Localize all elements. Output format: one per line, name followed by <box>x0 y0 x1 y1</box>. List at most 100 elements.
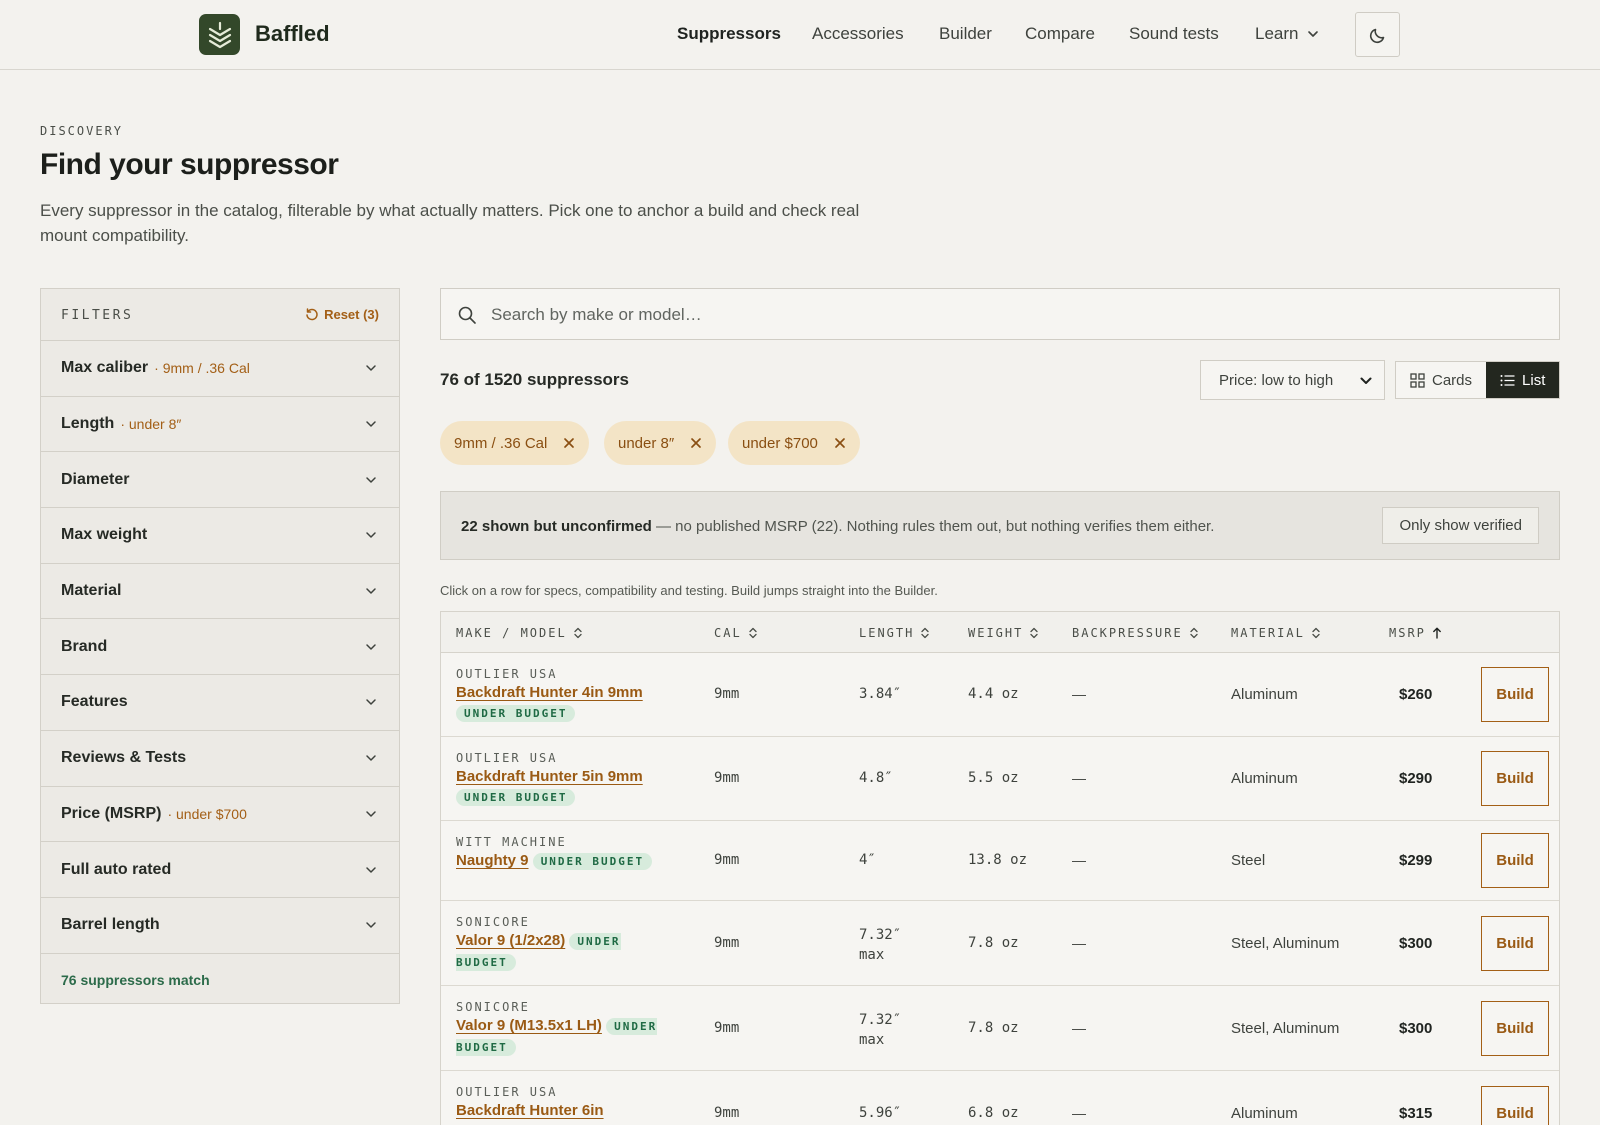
model-link[interactable]: Naughty 9 <box>456 852 529 869</box>
sort-icon <box>749 627 757 639</box>
row-length: 4″ <box>859 852 876 868</box>
active-filter-chip[interactable]: under $700 <box>728 421 860 465</box>
column-header-cal[interactable]: CAL <box>714 626 758 640</box>
filter-price-msrp[interactable]: Price (MSRP) · under $700 <box>41 787 399 843</box>
active-filter-chip[interactable]: under 8″ <box>604 421 717 465</box>
filter-reviews-tests[interactable]: Reviews & Tests <box>41 731 399 787</box>
row-caliber: 9mm <box>714 1105 740 1121</box>
column-header-msrp[interactable]: MSRP <box>1389 626 1442 640</box>
row-maker: OUTLIER USA <box>456 1085 558 1099</box>
filter-diameter[interactable]: Diameter <box>41 452 399 509</box>
build-button[interactable]: Build <box>1481 916 1549 971</box>
table-row[interactable]: OUTLIER USA Backdraft Hunter 6in 9mm 5.96″… <box>441 1071 1559 1125</box>
sort-icon <box>921 627 930 639</box>
table-row[interactable]: SONICORE Valor 9 (M13.5x1 LH) UNDER BUDGE… <box>441 986 1559 1071</box>
nav-sound-tests[interactable]: Sound tests <box>1129 24 1219 44</box>
under-budget-badge: UNDER BUDGET <box>532 853 653 870</box>
filter-features[interactable]: Features <box>41 675 399 731</box>
sort-icon <box>1190 627 1198 639</box>
row-material: Aluminum <box>1231 770 1298 787</box>
row-backpressure: — <box>1072 770 1086 786</box>
notice-text: 22 shown but unconfirmed — no published … <box>461 518 1214 535</box>
table-header: MAKE / MODEL CAL LENGTH WEIGHT BACKPRESS… <box>441 612 1559 653</box>
nav-compare[interactable]: Compare <box>1025 24 1095 44</box>
model-link[interactable]: Backdraft Hunter 4in 9mm <box>456 684 643 701</box>
row-maker: OUTLIER USA <box>456 751 558 765</box>
filter-barrel-length[interactable]: Barrel length <box>41 898 399 954</box>
row-msrp: $299 <box>1399 852 1433 869</box>
theme-toggle-button[interactable] <box>1355 12 1400 57</box>
table-row[interactable]: WITT MACHINE Naughty 9 UNDER BUDGET 9mm 4″ 1… <box>441 821 1559 901</box>
column-header-label: LENGTH <box>859 626 915 640</box>
search-icon <box>458 306 476 324</box>
row-material: Steel, Aluminum <box>1231 935 1340 952</box>
row-weight: 7.8 oz <box>968 935 1019 951</box>
filter-brand[interactable]: Brand <box>41 619 399 676</box>
sort-select[interactable]: Price: low to high <box>1200 360 1385 400</box>
row-backpressure: — <box>1072 852 1086 868</box>
row-maker: WITT MACHINE <box>456 835 567 849</box>
build-button[interactable]: Build <box>1481 751 1549 806</box>
table-row[interactable]: OUTLIER USA Backdraft Hunter 5in 9mm UNDE… <box>441 737 1559 821</box>
brand-logo[interactable] <box>199 14 240 55</box>
filter-material[interactable]: Material <box>41 564 399 620</box>
search-input[interactable] <box>491 302 1531 328</box>
filters-title: FILTERS <box>61 308 134 323</box>
row-weight: 4.4 oz <box>968 686 1019 702</box>
close-icon[interactable] <box>834 437 846 449</box>
filter-active-value: · under $700 <box>167 805 247 822</box>
column-header-length[interactable]: LENGTH <box>859 626 930 640</box>
filter-length[interactable]: Length · under 8″ <box>41 397 399 453</box>
reset-filters-button[interactable]: Reset (3) <box>305 307 379 322</box>
filter-full-auto-rated[interactable]: Full auto rated <box>41 842 399 898</box>
filter-label: Length <box>61 415 115 433</box>
nav-learn[interactable]: Learn <box>1255 24 1320 44</box>
row-weight: 6.8 oz <box>968 1105 1019 1121</box>
chip-label: 9mm / .36 Cal <box>454 434 548 452</box>
build-button[interactable]: Build <box>1481 1086 1549 1125</box>
under-budget-badge: UNDER BUDGET <box>456 789 576 806</box>
column-header-make-model[interactable]: MAKE / MODEL <box>456 626 583 640</box>
filter-max-weight[interactable]: Max weight <box>41 508 399 564</box>
column-header-label: MATERIAL <box>1231 626 1305 640</box>
grid-icon <box>1410 372 1425 388</box>
only-show-verified-button[interactable]: Only show verified <box>1382 507 1539 544</box>
row-model: Valor 9 (M13.5x1 LH) UNDER BUDGET <box>456 1016 661 1058</box>
filter-max-caliber[interactable]: Max caliber · 9mm / .36 Cal <box>41 341 399 397</box>
model-link[interactable]: Backdraft Hunter 5in 9mm <box>456 768 643 785</box>
model-link[interactable]: Valor 9 (1/2x28) <box>456 932 565 949</box>
nav-accessories[interactable]: Accessories <box>812 24 904 44</box>
filters-header: FILTERS Reset (3) <box>41 289 399 341</box>
row-msrp: $260 <box>1399 686 1433 703</box>
row-backpressure: — <box>1072 1020 1086 1036</box>
view-list-button[interactable]: List <box>1486 362 1560 398</box>
table-row[interactable]: SONICORE Valor 9 (1/2x28) UNDER BUDGET 9mm… <box>441 901 1559 986</box>
model-link[interactable]: Backdraft Hunter 6in <box>456 1102 604 1119</box>
active-filter-chip[interactable]: 9mm / .36 Cal <box>440 421 590 465</box>
column-header-backpressure[interactable]: BACKPRESSURE <box>1072 626 1199 640</box>
column-header-weight[interactable]: WEIGHT <box>968 626 1039 640</box>
table-row[interactable]: OUTLIER USA Backdraft Hunter 4in 9mm UNDE… <box>441 653 1559 737</box>
column-header-material[interactable]: MATERIAL <box>1231 626 1321 640</box>
build-button[interactable]: Build <box>1481 667 1549 722</box>
build-button[interactable]: Build <box>1481 1001 1549 1056</box>
row-maker: SONICORE <box>456 915 530 929</box>
view-toggle: Cards List <box>1395 361 1561 399</box>
list-icon <box>1500 374 1515 386</box>
close-icon[interactable] <box>690 437 702 449</box>
build-button[interactable]: Build <box>1481 833 1549 888</box>
column-header-label: CAL <box>714 626 742 640</box>
close-icon[interactable] <box>563 437 575 449</box>
row-msrp: $300 <box>1399 1020 1433 1037</box>
brand-name[interactable]: Baffled <box>255 21 330 47</box>
nav-suppressors[interactable]: Suppressors <box>677 24 781 44</box>
row-length: 7.32″ max <box>859 925 901 965</box>
view-cards-button[interactable]: Cards <box>1396 362 1487 398</box>
filters-panel: FILTERS Reset (3) Max caliber · 9mm / .36… <box>40 288 400 1004</box>
row-weight: 7.8 oz <box>968 1020 1019 1036</box>
model-link[interactable]: Valor 9 (M13.5x1 LH) <box>456 1017 602 1034</box>
search-box[interactable] <box>440 288 1560 340</box>
filter-label: Material <box>61 582 122 600</box>
nav-builder[interactable]: Builder <box>939 24 992 44</box>
table-body: OUTLIER USA Backdraft Hunter 4in 9mm UNDE… <box>441 653 1559 1125</box>
